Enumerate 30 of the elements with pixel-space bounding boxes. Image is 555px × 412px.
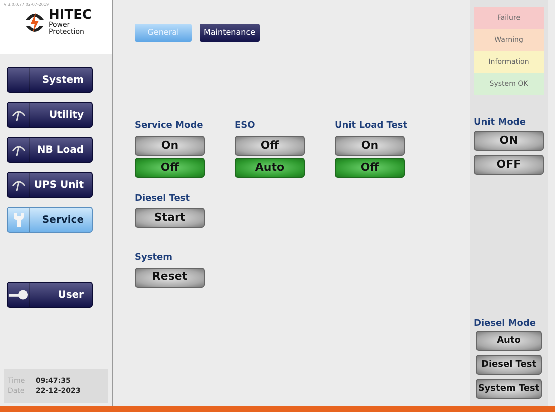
nav-button[interactable]: NB Load bbox=[7, 137, 93, 163]
control-title: Service Mode bbox=[135, 120, 204, 133]
action-button[interactable]: Reset bbox=[135, 268, 205, 288]
key-icon bbox=[8, 289, 29, 301]
mode-button[interactable]: Diesel Test bbox=[476, 355, 542, 375]
action-button[interactable]: Start bbox=[135, 208, 205, 228]
tab[interactable]: Maintenance bbox=[200, 24, 260, 42]
toggle-button[interactable]: On bbox=[335, 136, 405, 156]
toggle-button[interactable]: On bbox=[135, 136, 205, 156]
toggle-button[interactable]: Off bbox=[135, 158, 205, 178]
nav-button[interactable]: User bbox=[7, 282, 93, 308]
control-title: Unit Load Test bbox=[335, 120, 407, 133]
mode-button[interactable]: OFF bbox=[474, 154, 544, 174]
logo-name: HITEC bbox=[49, 9, 92, 22]
action-title: Diesel Test bbox=[135, 192, 192, 206]
control-title: ESO bbox=[235, 120, 256, 133]
mode-title: Unit Mode bbox=[474, 117, 526, 130]
mode-title: Diesel Mode bbox=[474, 318, 536, 330]
nav-button[interactable]: UPS Unit bbox=[7, 172, 93, 198]
wrench-icon bbox=[12, 212, 24, 228]
toggle-button[interactable]: Off bbox=[335, 158, 405, 178]
toggle-button[interactable]: Off bbox=[235, 136, 305, 156]
mode-button[interactable]: Auto bbox=[476, 331, 542, 351]
mode-button[interactable]: ON bbox=[474, 130, 544, 150]
toggle-button[interactable]: Auto bbox=[235, 158, 305, 178]
action-title: System bbox=[135, 252, 174, 265]
nav-button[interactable]: Utility bbox=[7, 102, 93, 128]
nav-button[interactable]: System bbox=[7, 67, 93, 93]
mode-button[interactable]: System Test bbox=[476, 379, 542, 399]
nav-button[interactable]: Service bbox=[7, 207, 93, 233]
